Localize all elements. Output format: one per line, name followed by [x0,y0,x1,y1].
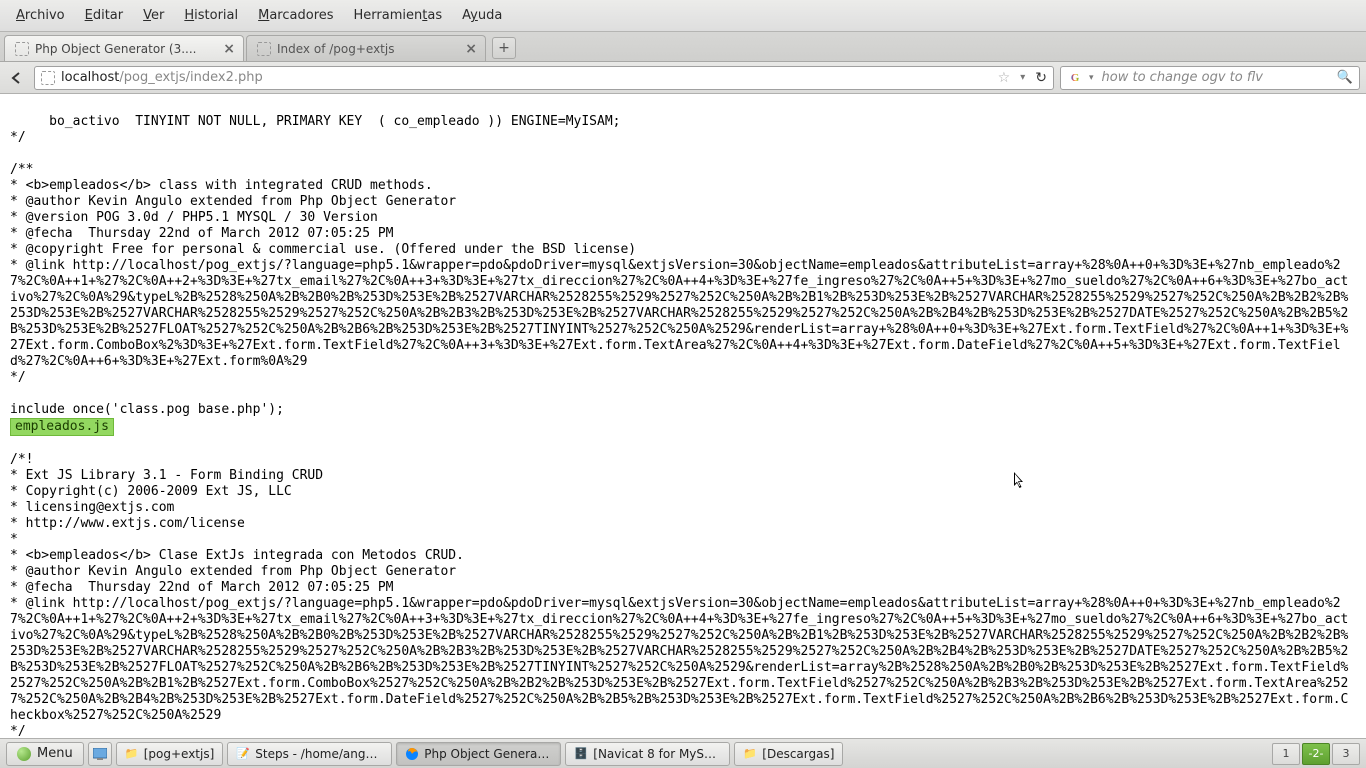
menu-marcadores[interactable]: Marcadores [248,4,343,27]
folder-icon: 📁 [125,747,139,761]
task-item[interactable]: 📝 Steps - /home/angul... [227,742,392,766]
site-icon [41,71,55,85]
url-dropdown-icon[interactable]: ▾ [1020,72,1025,83]
code-block: /** * <b>empleados</b> class with integr… [10,162,636,257]
task-item[interactable]: 🗄️ [Navicat 8 for MySQL] [565,742,730,766]
task-label: [Navicat 8 for MySQL] [593,747,721,761]
firefox-icon [405,747,419,761]
task-label: Steps - /home/angul... [255,747,383,761]
app-menu: Archivo Editar Ver Historial Marcadores … [0,0,1366,32]
task-label: Php Object Generato... [424,747,552,761]
search-input[interactable]: G ▾ how to change ogv to flv 🔍 [1060,66,1360,90]
task-item[interactable]: 📁 [Descargas] [734,742,843,766]
back-icon [10,71,24,85]
mint-logo-icon [17,747,31,761]
tab-strip: Php Object Generator (3.... × Index of /… [0,32,1366,62]
url-input[interactable]: localhost/pog_extjs/index2.php ☆ ▾ ↻ [34,66,1054,90]
show-desktop-button[interactable] [88,742,112,766]
workspace-switcher: 1 -2- 3 [1272,743,1360,765]
tab-close-icon[interactable]: × [465,41,477,57]
menu-historial[interactable]: Historial [174,4,248,27]
search-query: how to change ogv to flv [1102,70,1331,85]
address-bar: localhost/pog_extjs/index2.php ☆ ▾ ↻ G ▾… [0,62,1366,94]
start-menu-button[interactable]: Menu [6,742,84,766]
code-block: /*! * Ext JS Library 3.1 - Form Binding … [10,452,464,595]
workspace-3[interactable]: 3 [1332,743,1360,765]
tab-inactive[interactable]: Index of /pog+extjs × [246,35,486,61]
workspace-1[interactable]: 1 [1272,743,1300,765]
fold-tag[interactable]: empleados.js [10,418,114,436]
code-line: */ [10,130,26,145]
database-icon: 🗄️ [574,747,588,761]
tab-close-icon[interactable]: × [223,41,235,57]
page-content: bo_activo TINYINT NOT NULL, PRIMARY KEY … [0,94,1366,738]
search-engine-icon[interactable]: G [1067,71,1083,85]
taskbar: Menu 📁 [pog+extjs] 📝 Steps - /home/angul… [0,738,1366,768]
code-link-block: * @link http://localhost/pog_extjs/?lang… [10,258,1348,369]
back-button[interactable] [6,67,28,89]
folder-icon: 📁 [743,747,757,761]
url-text: localhost/pog_extjs/index2.php [61,70,992,85]
tab-title: Php Object Generator (3.... [35,42,217,56]
mouse-cursor-icon [1014,472,1026,490]
desktop-icon [93,748,107,760]
page-icon [257,42,271,56]
menu-archivo[interactable]: Archivo [6,4,75,27]
tab-title: Index of /pog+extjs [277,42,459,56]
code-line: include once('class.pog base.php'); [10,402,284,417]
menu-ayuda[interactable]: Ayuda [452,4,512,27]
reload-icon[interactable]: ↻ [1035,70,1047,86]
bookmark-star-icon[interactable]: ☆ [998,70,1011,86]
code-line: */ [10,724,26,738]
new-tab-button[interactable]: + [492,37,516,59]
code-link-block: * @link http://localhost/pog_extjs/?lang… [10,596,1348,723]
menu-herramientas[interactable]: Herramientas [344,4,453,27]
code-line: bo_activo TINYINT NOT NULL, PRIMARY KEY … [10,114,620,129]
search-icon[interactable]: 🔍 [1337,70,1353,85]
menu-editar[interactable]: Editar [75,4,134,27]
task-label: [pog+extjs] [144,747,215,761]
task-item-active[interactable]: Php Object Generato... [396,742,561,766]
engine-dropdown-icon[interactable]: ▾ [1089,73,1094,83]
page-icon [15,42,29,56]
task-item[interactable]: 📁 [pog+extjs] [116,742,224,766]
tab-active[interactable]: Php Object Generator (3.... × [4,35,244,61]
menu-ver[interactable]: Ver [133,4,174,27]
task-label: [Descargas] [762,747,834,761]
editor-icon: 📝 [236,747,250,761]
start-menu-label: Menu [37,746,73,761]
code-line: */ [10,370,26,385]
workspace-2[interactable]: -2- [1302,743,1330,765]
